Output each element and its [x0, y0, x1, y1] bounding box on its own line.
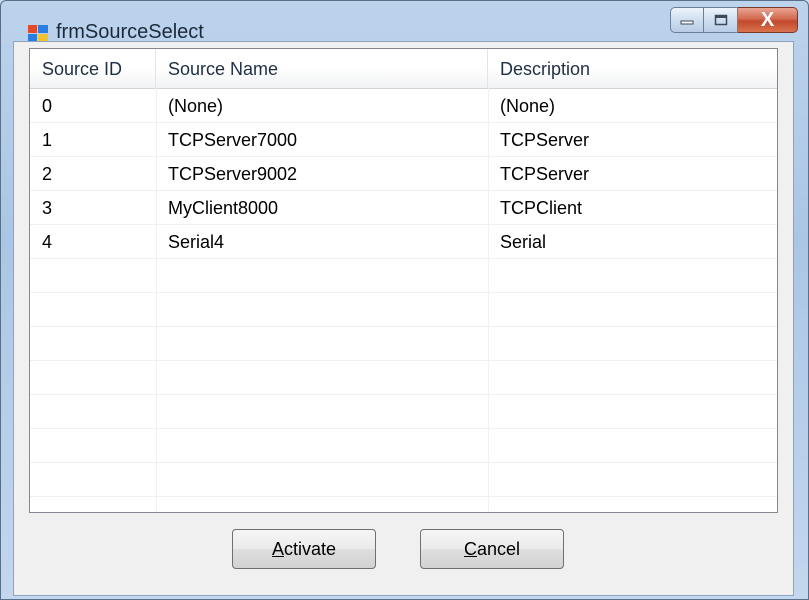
grid-line [30, 326, 777, 327]
cell-description: (None) [500, 96, 556, 116]
activate-label: ctivate [283, 538, 337, 559]
cell-source-name: TCPServer9002 [168, 164, 298, 184]
grid-line [30, 428, 777, 429]
table-row[interactable]: 0 (None) (None) [30, 89, 777, 123]
cancel-mnemonic: C [463, 538, 477, 559]
grid-line [30, 496, 777, 497]
table-row[interactable]: 4 Serial4 Serial [30, 225, 777, 259]
column-header-description[interactable]: Description [488, 49, 777, 88]
window: frmSourceSelect X Source ID Source Name … [0, 0, 809, 600]
cell-source-id: 1 [42, 130, 53, 150]
list-header: Source ID Source Name Description [30, 49, 777, 89]
close-icon: X [760, 8, 775, 31]
grid-line [30, 394, 777, 395]
cancel-button[interactable]: Cancel [420, 529, 564, 569]
column-header-source-id[interactable]: Source ID [30, 49, 156, 88]
title-bar[interactable]: frmSourceSelect X [1, 1, 808, 43]
maximize-button[interactable] [704, 7, 738, 33]
cell-source-name: TCPServer7000 [168, 130, 298, 150]
dialog-client-area: Source ID Source Name Description 0 (Non… [13, 41, 794, 596]
caption-buttons: X [670, 7, 798, 35]
cell-source-name: MyClient8000 [168, 198, 279, 218]
activate-mnemonic: A [271, 538, 284, 559]
maximize-icon [714, 14, 727, 26]
grid-line [30, 462, 777, 463]
column-header-source-name[interactable]: Source Name [156, 49, 488, 88]
cell-source-id: 3 [42, 198, 53, 218]
cell-description: Serial [500, 232, 547, 252]
cell-description: TCPServer [500, 130, 590, 150]
cell-source-name: (None) [168, 96, 224, 116]
minimize-button[interactable] [670, 7, 704, 33]
cell-source-id: 0 [42, 96, 53, 116]
table-row[interactable]: 2 TCPServer9002 TCPServer [30, 157, 777, 191]
grid-line [30, 292, 777, 293]
grid-line [30, 360, 777, 361]
cell-source-id: 2 [42, 164, 53, 184]
table-row[interactable]: 3 MyClient8000 TCPClient [30, 191, 777, 225]
cell-source-name: Serial4 [168, 232, 225, 252]
cell-description: TCPServer [500, 164, 590, 184]
minimize-icon [680, 20, 694, 25]
cell-source-id: 4 [42, 232, 53, 252]
close-button[interactable]: X [738, 7, 798, 33]
activate-button[interactable]: Activate [232, 529, 376, 569]
cell-description: TCPClient [500, 198, 583, 218]
cancel-label: ancel [476, 538, 521, 559]
source-list[interactable]: Source ID Source Name Description 0 (Non… [29, 48, 778, 513]
table-row[interactable]: 1 TCPServer7000 TCPServer [30, 123, 777, 157]
